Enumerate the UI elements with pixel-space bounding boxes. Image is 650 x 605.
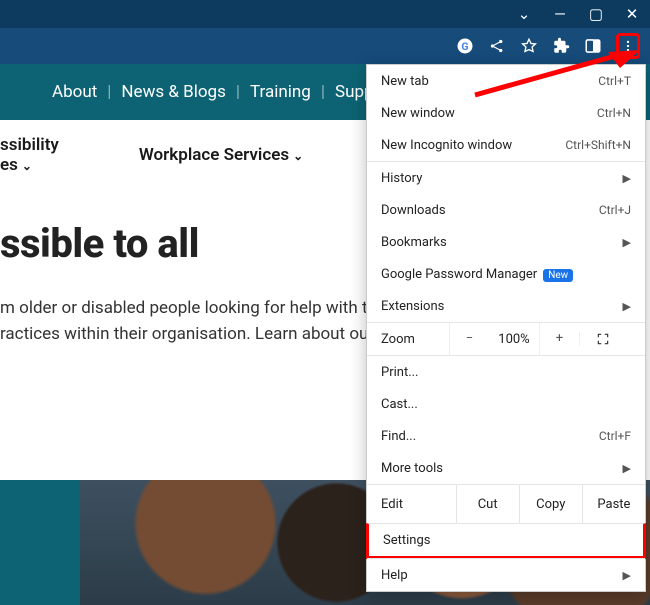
menu-settings[interactable]: Settings (369, 524, 643, 556)
menu-downloads[interactable]: DownloadsCtrl+J (367, 194, 645, 226)
subnav-accessibility[interactable]: ssibility es⌄ (0, 135, 59, 175)
zoom-in-button[interactable]: + (539, 323, 579, 355)
menu-more-tools[interactable]: More tools▶ (367, 452, 645, 484)
more-menu-button[interactable] (616, 33, 640, 59)
extensions-icon[interactable] (552, 37, 570, 55)
zoom-level: 100% (489, 332, 539, 347)
submenu-arrow-icon: ▶ (623, 300, 631, 313)
menu-find[interactable]: Find...Ctrl+F (367, 420, 645, 452)
nav-training[interactable]: Training (250, 82, 311, 102)
menu-zoom: Zoom − 100% + (367, 323, 645, 355)
window-close-icon[interactable]: ✕ (622, 4, 642, 24)
menu-history[interactable]: History▶ (367, 162, 645, 194)
star-icon[interactable] (520, 37, 538, 55)
nav-about[interactable]: About (52, 82, 97, 102)
share-icon[interactable] (488, 37, 506, 55)
menu-password-manager[interactable]: Google Password ManagerNew (367, 258, 645, 290)
submenu-arrow-icon: ▶ (623, 462, 631, 475)
menu-new-incognito[interactable]: New Incognito windowCtrl+Shift+N (367, 129, 645, 161)
browser-toolbar: G (0, 28, 650, 64)
window-maximize-icon[interactable]: ▢ (586, 4, 606, 24)
chevron-down-icon: ⌄ (293, 149, 303, 163)
menu-bookmarks[interactable]: Bookmarks▶ (367, 226, 645, 258)
window-dropdown-icon[interactable]: ⌄ (514, 4, 534, 24)
menu-cast[interactable]: Cast... (367, 388, 645, 420)
subnav-workplace-services[interactable]: Workplace Services⌄ (139, 145, 303, 165)
menu-edit-row: Edit Cut Copy Paste (367, 484, 645, 524)
window-minimize-icon[interactable]: — (550, 4, 570, 24)
submenu-arrow-icon: ▶ (623, 236, 631, 249)
submenu-arrow-icon: ▶ (623, 569, 631, 582)
menu-edit-label: Edit (367, 485, 456, 524)
fullscreen-button[interactable] (579, 332, 625, 346)
google-icon[interactable]: G (456, 37, 474, 55)
sidepanel-icon[interactable] (584, 37, 602, 55)
menu-new-tab[interactable]: New tabCtrl+T (367, 65, 645, 97)
browser-overflow-menu: New tabCtrl+T New windowCtrl+N New Incog… (366, 64, 646, 592)
menu-help[interactable]: Help▶ (367, 559, 645, 591)
new-badge: New (543, 269, 573, 282)
svg-text:G: G (461, 40, 468, 53)
menu-paste[interactable]: Paste (582, 485, 645, 524)
window-titlebar: ⌄ — ▢ ✕ (0, 0, 650, 28)
menu-copy[interactable]: Copy (519, 485, 582, 524)
menu-cut[interactable]: Cut (456, 485, 519, 524)
chevron-down-icon: ⌄ (22, 159, 32, 173)
submenu-arrow-icon: ▶ (623, 172, 631, 185)
nav-news[interactable]: News & Blogs (121, 82, 225, 102)
zoom-out-button[interactable]: − (449, 323, 489, 355)
menu-print[interactable]: Print... (367, 356, 645, 388)
menu-extensions[interactable]: Extensions▶ (367, 290, 645, 322)
menu-new-window[interactable]: New windowCtrl+N (367, 97, 645, 129)
